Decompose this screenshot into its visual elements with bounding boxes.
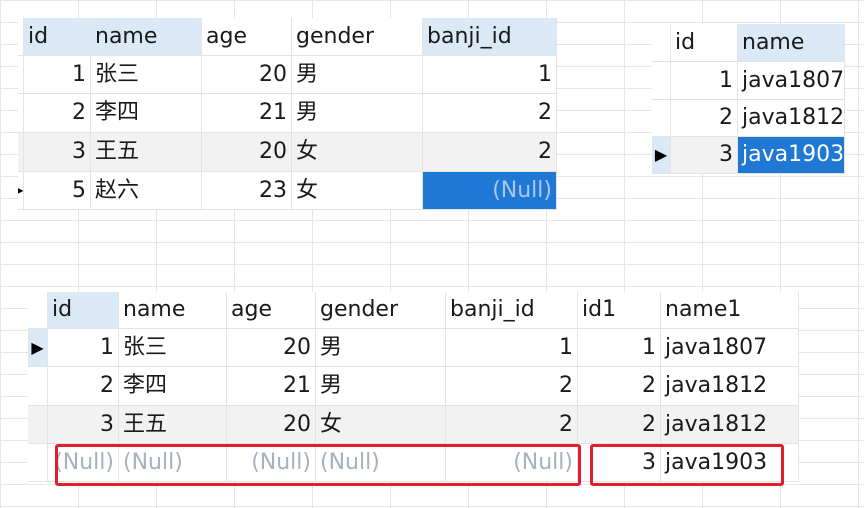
- cell-name[interactable]: 张三: [91, 56, 202, 94]
- cell-gender[interactable]: 男: [316, 367, 446, 406]
- cell-id[interactable]: 3: [48, 406, 119, 444]
- cell-gender[interactable]: 女: [316, 406, 446, 444]
- cell-banji-id[interactable]: 2: [446, 367, 578, 406]
- row-indicator[interactable]: [652, 100, 671, 137]
- highlight-box-null-fields: [55, 444, 581, 486]
- column-header-id[interactable]: id: [48, 292, 119, 329]
- column-header-gender[interactable]: gender: [292, 18, 423, 56]
- column-header-age[interactable]: age: [227, 292, 316, 329]
- highlight-box-banji-fields: [590, 444, 784, 486]
- cell-gender[interactable]: 男: [292, 56, 423, 94]
- cell-gender[interactable]: 男: [292, 94, 423, 133]
- cell-id[interactable]: 1: [24, 56, 91, 94]
- row-indicator[interactable]: [28, 367, 48, 406]
- cell-id[interactable]: 1: [48, 329, 119, 367]
- cell-gender[interactable]: 女: [292, 133, 423, 172]
- column-header-name[interactable]: name: [738, 24, 845, 62]
- cell-name1[interactable]: java1812: [661, 367, 799, 406]
- row-indicator-current[interactable]: ▶: [28, 329, 48, 367]
- cell-age[interactable]: 23: [202, 172, 292, 210]
- cell-banji-id-selected[interactable]: (Null): [423, 172, 557, 210]
- row-indicator[interactable]: [28, 406, 48, 444]
- cell-id[interactable]: 2: [48, 367, 119, 406]
- cell-age[interactable]: 20: [227, 329, 316, 367]
- column-header-age[interactable]: age: [202, 18, 292, 56]
- cell-age[interactable]: 21: [227, 367, 316, 406]
- cell-name[interactable]: 李四: [119, 367, 227, 406]
- cell-name[interactable]: java1812: [738, 100, 845, 137]
- column-header-id[interactable]: id: [671, 24, 738, 62]
- cell-id[interactable]: 5: [24, 172, 91, 210]
- row-indicator-header: [28, 292, 48, 329]
- cell-age[interactable]: 20: [227, 406, 316, 444]
- cell-id[interactable]: 2: [671, 100, 738, 137]
- cell-id1[interactable]: 2: [578, 406, 661, 444]
- cell-banji-id[interactable]: 2: [446, 406, 578, 444]
- cell-banji-id[interactable]: 2: [423, 94, 557, 133]
- cell-id1[interactable]: 1: [578, 329, 661, 367]
- cell-id1[interactable]: 2: [578, 367, 661, 406]
- banji-table: id name 1 java1807 2 java1812 ▶ 3 java19…: [652, 24, 845, 174]
- column-header-gender[interactable]: gender: [316, 292, 446, 329]
- cell-id[interactable]: 3: [24, 133, 91, 172]
- cell-name[interactable]: java1807: [738, 62, 845, 100]
- row-indicator-current[interactable]: ▶: [652, 137, 671, 174]
- cell-id[interactable]: 3: [671, 137, 738, 174]
- cell-id[interactable]: 1: [671, 62, 738, 100]
- column-header-name1[interactable]: name1: [661, 292, 799, 329]
- cell-age[interactable]: 20: [202, 133, 292, 172]
- cell-name1[interactable]: java1807: [661, 329, 799, 367]
- cell-name[interactable]: 王五: [119, 406, 227, 444]
- cell-banji-id[interactable]: 1: [423, 56, 557, 94]
- row-pointer-icon: ▶: [31, 337, 44, 357]
- row-indicator[interactable]: [28, 444, 48, 482]
- cell-name[interactable]: 王五: [91, 133, 202, 172]
- cell-gender[interactable]: 女: [292, 172, 423, 210]
- column-header-id1[interactable]: id1: [578, 292, 661, 329]
- row-indicator-header: [652, 24, 671, 62]
- cell-name1[interactable]: java1812: [661, 406, 799, 444]
- cell-gender[interactable]: 男: [316, 329, 446, 367]
- column-header-name[interactable]: name: [91, 18, 202, 56]
- cell-id[interactable]: 2: [24, 94, 91, 133]
- column-header-id[interactable]: id: [24, 18, 91, 56]
- column-header-banji-id[interactable]: banji_id: [423, 18, 557, 56]
- cell-name-selected[interactable]: java1903: [738, 137, 845, 174]
- cell-name[interactable]: 张三: [119, 329, 227, 367]
- cell-name[interactable]: 赵六: [91, 172, 202, 210]
- cell-age[interactable]: 20: [202, 56, 292, 94]
- students-table: id name age gender banji_id 1 张三 20 男 1 …: [18, 18, 557, 210]
- cell-banji-id[interactable]: 2: [423, 133, 557, 172]
- row-pointer-icon: ▶: [654, 145, 668, 164]
- row-indicator[interactable]: [652, 62, 671, 100]
- cell-age[interactable]: 21: [202, 94, 292, 133]
- cell-name[interactable]: 李四: [91, 94, 202, 133]
- column-header-banji-id[interactable]: banji_id: [446, 292, 578, 329]
- cell-banji-id[interactable]: 1: [446, 329, 578, 367]
- column-header-name[interactable]: name: [119, 292, 227, 329]
- row-pointer-icon: ▶: [18, 185, 24, 195]
